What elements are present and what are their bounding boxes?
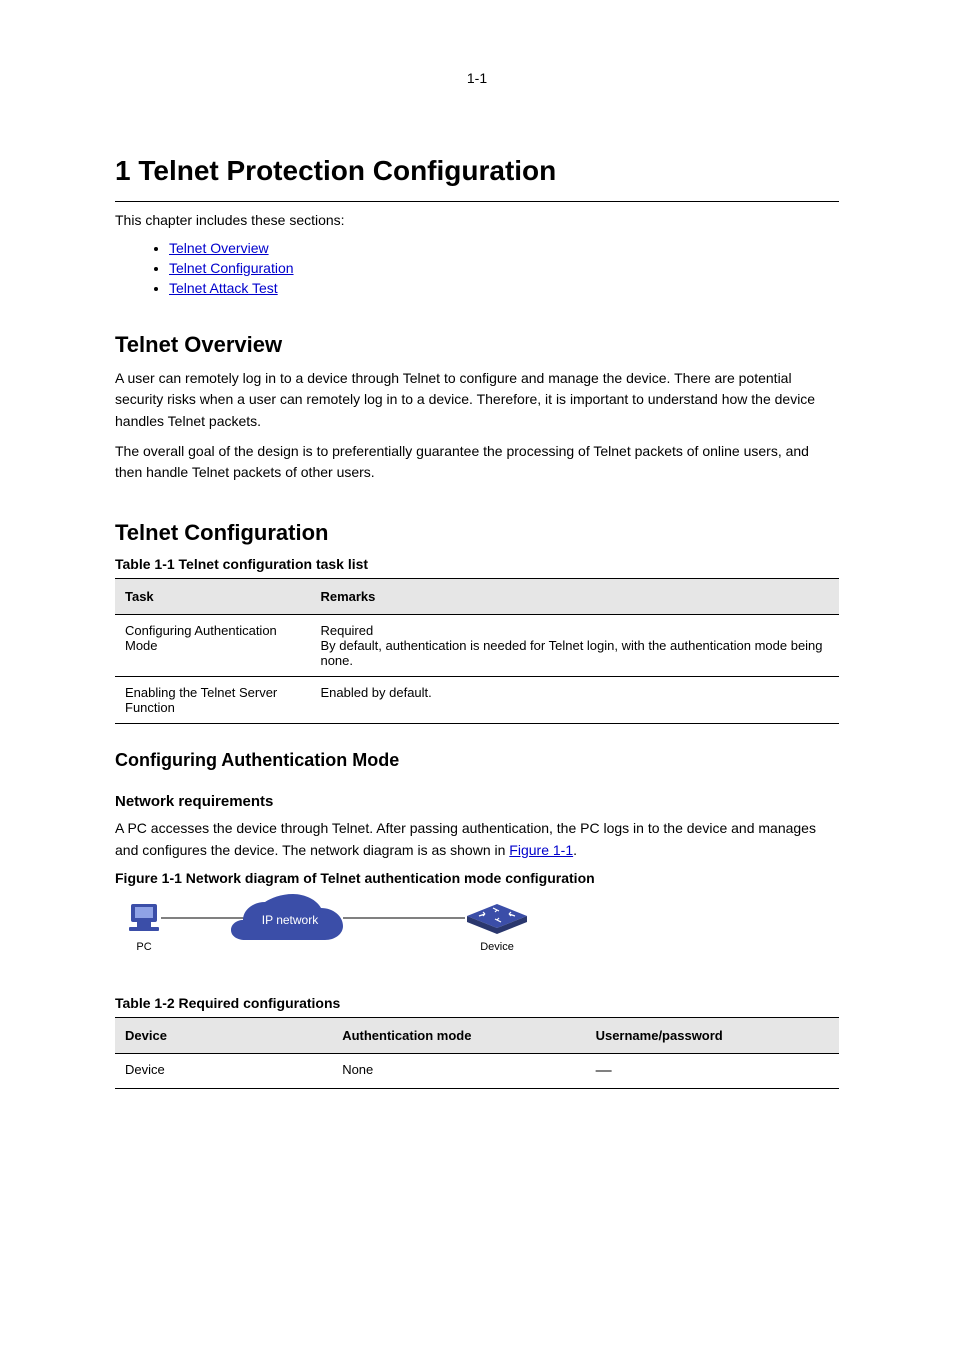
task-header: Task bbox=[115, 579, 310, 615]
network-diagram-svg: PC IP network Device bbox=[115, 890, 555, 980]
page-number: 1-1 bbox=[467, 70, 487, 86]
task-cell: Enabling the Telnet Server Function bbox=[115, 677, 310, 724]
table-header-row: Task Remarks bbox=[115, 579, 839, 615]
creds-header: Username/password bbox=[586, 1017, 839, 1053]
toc-item: Telnet Overview bbox=[169, 240, 839, 256]
section-overview-heading: Telnet Overview bbox=[115, 332, 839, 358]
pc-icon bbox=[129, 904, 159, 931]
config-auth-heading: Configuring Authentication Mode bbox=[115, 750, 839, 771]
table-1-2-caption: Table 1-2 Required configurations bbox=[115, 995, 839, 1011]
settings-table: Device Authentication mode Username/pass… bbox=[115, 1017, 839, 1089]
creds-cell: — bbox=[586, 1053, 839, 1088]
req-text-pre: A PC accesses the device through Telnet.… bbox=[115, 820, 816, 858]
remarks-header: Remarks bbox=[310, 579, 839, 615]
remarks-line: Required bbox=[320, 623, 829, 638]
table-header-row: Device Authentication mode Username/pass… bbox=[115, 1017, 839, 1053]
figure-link[interactable]: Figure 1-1 bbox=[509, 842, 573, 858]
page: 1-1 1 Telnet Protection Configuration Th… bbox=[0, 0, 954, 1350]
task-cell: Configuring Authentication Mode bbox=[115, 615, 310, 677]
table-row: Enabling the Telnet Server Function Enab… bbox=[115, 677, 839, 724]
remarks-cell: Required By default, authentication is n… bbox=[310, 615, 839, 677]
task-table: Task Remarks Configuring Authentication … bbox=[115, 578, 839, 724]
toc-item: Telnet Configuration bbox=[169, 260, 839, 276]
figure-1-1-caption: Figure 1-1 Network diagram of Telnet aut… bbox=[115, 870, 839, 886]
authmode-cell: None bbox=[332, 1053, 585, 1088]
remarks-cell: Enabled by default. bbox=[310, 677, 839, 724]
device-header: Device bbox=[115, 1017, 332, 1053]
requirements-paragraph: A PC accesses the device through Telnet.… bbox=[115, 818, 839, 861]
overview-para-1: A user can remotely log in to a device t… bbox=[115, 368, 839, 433]
toc-item: Telnet Attack Test bbox=[169, 280, 839, 296]
table-row: Device None — bbox=[115, 1053, 839, 1088]
pc-label: PC bbox=[136, 941, 151, 953]
toc-link-config[interactable]: Telnet Configuration bbox=[169, 260, 294, 276]
section-config-heading: Telnet Configuration bbox=[115, 520, 839, 546]
toc-link-test[interactable]: Telnet Attack Test bbox=[169, 280, 278, 296]
network-requirements-heading: Network requirements bbox=[115, 793, 839, 810]
chapter-title: 1 Telnet Protection Configuration bbox=[115, 0, 839, 202]
device-label: Device bbox=[480, 941, 514, 953]
device-cell: Device bbox=[115, 1053, 332, 1088]
authmode-header: Authentication mode bbox=[332, 1017, 585, 1053]
device-icon bbox=[467, 904, 527, 934]
table-1-1-caption: Table 1-1 Telnet configuration task list bbox=[115, 556, 839, 572]
overview-para-2: The overall goal of the design is to pre… bbox=[115, 441, 839, 484]
toc-link-overview[interactable]: Telnet Overview bbox=[169, 240, 269, 256]
remarks-line: By default, authentication is needed for… bbox=[320, 638, 829, 668]
toc-list: Telnet Overview Telnet Configuration Tel… bbox=[169, 240, 839, 296]
table-row: Configuring Authentication Mode Required… bbox=[115, 615, 839, 677]
network-diagram-figure: PC IP network Device bbox=[115, 890, 555, 985]
intro-text: This chapter includes these sections: bbox=[115, 210, 839, 232]
ip-network-label: IP network bbox=[262, 913, 319, 927]
req-text-post: . bbox=[573, 842, 577, 858]
